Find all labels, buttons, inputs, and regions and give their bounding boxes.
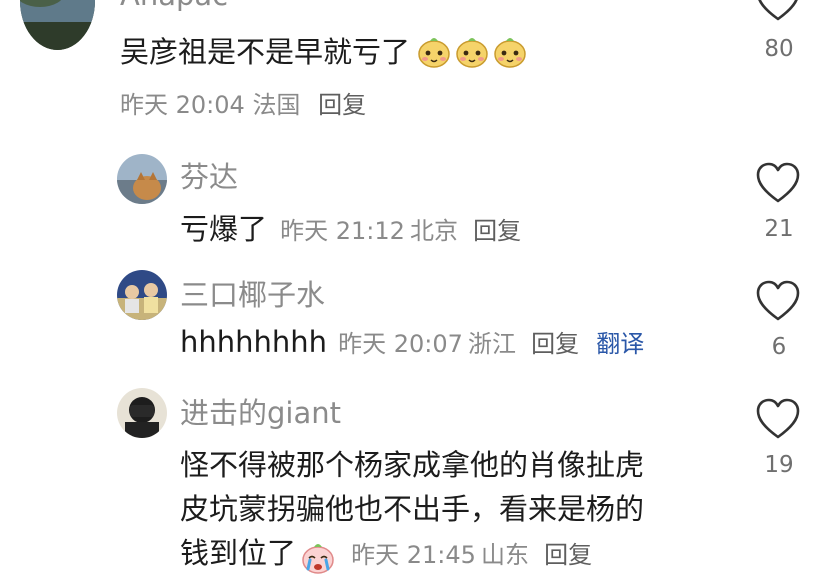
like-count: 80: [764, 36, 794, 62]
comment-text-line-3: 钱到位了: [180, 536, 297, 570]
comment-text: 亏爆了: [180, 212, 268, 246]
comment-text-line-2: 皮坑蒙拐骗他也不出手，看来是杨的: [180, 492, 645, 526]
like-button[interactable]: [755, 0, 805, 24]
pear-face-emoji: [454, 33, 490, 76]
comment-location: 北京: [410, 217, 458, 245]
comment-time: 昨天 20:07: [338, 330, 463, 358]
username[interactable]: 进击的giant: [180, 390, 341, 432]
comment-time: 昨天 20:04: [120, 91, 245, 119]
comment-text-line-1: 怪不得被那个杨家成拿他的肖像扯虎: [180, 448, 645, 482]
comment-text: hhhhhhhh: [180, 325, 328, 359]
avatar[interactable]: [20, 0, 95, 50]
reply-item: 进击的giant 怪不得被那个杨家成拿他的肖像扯虎 皮坑蒙拐骗他也不出手，看来是…: [0, 386, 835, 574]
reply-item: 芬达 亏爆了 昨天 21:12 北京 回复 21: [0, 150, 835, 250]
reply-item: 三口椰子水 hhhhhhhh 昨天 20:07 浙江 回复 翻译 6: [0, 268, 835, 368]
reply-button[interactable]: 回复: [544, 541, 592, 569]
like-button[interactable]: [755, 162, 805, 206]
comment-line: 钱到位了 昨天 21:45 山东 回复: [180, 530, 592, 579]
comment-location: 浙江: [468, 330, 517, 358]
like-count: 6: [771, 334, 787, 360]
reply-button[interactable]: 回复: [318, 91, 366, 119]
like-button[interactable]: [755, 280, 805, 324]
crying-pear-emoji: [300, 539, 336, 579]
heart-outline-icon: [756, 280, 800, 321]
avatar[interactable]: [117, 154, 167, 204]
username[interactable]: Anapac: [120, 0, 228, 12]
like-count: 19: [764, 452, 794, 478]
pear-face-emoji: [492, 33, 528, 76]
comment-line: 亏爆了 昨天 21:12 北京 回复: [180, 206, 521, 248]
like-button[interactable]: [755, 398, 805, 442]
comment-meta: 昨天 20:04 法国 回复: [120, 85, 366, 120]
pear-face-emoji: [416, 33, 452, 76]
like-count: 21: [764, 216, 794, 242]
heart-outline-icon: [758, 0, 798, 21]
comment-location: 山东: [481, 541, 529, 569]
comment-text: 吴彦祖是不是早就亏了: [120, 29, 528, 76]
avatar[interactable]: [117, 388, 167, 438]
comment-line: hhhhhhhh 昨天 20:07 浙江 回复 翻译: [180, 324, 644, 359]
translate-button[interactable]: 翻译: [596, 330, 644, 358]
reply-button[interactable]: 回复: [531, 330, 579, 358]
avatar[interactable]: [117, 270, 167, 320]
comment-time: 昨天 21:12: [280, 217, 405, 245]
comment-item: Anapac 吴彦祖是不是早就亏了 昨天 20:04 法国 回复 80: [0, 0, 835, 130]
heart-outline-icon: [756, 398, 800, 439]
username[interactable]: 芬达: [180, 154, 238, 196]
comment-text-body: 吴彦祖是不是早就亏了: [120, 35, 411, 69]
comment-time: 昨天 21:45: [351, 541, 476, 569]
username[interactable]: 三口椰子水: [180, 272, 325, 314]
heart-outline-icon: [756, 162, 800, 203]
comment-location: 法国: [252, 91, 301, 119]
reply-button[interactable]: 回复: [473, 217, 521, 245]
